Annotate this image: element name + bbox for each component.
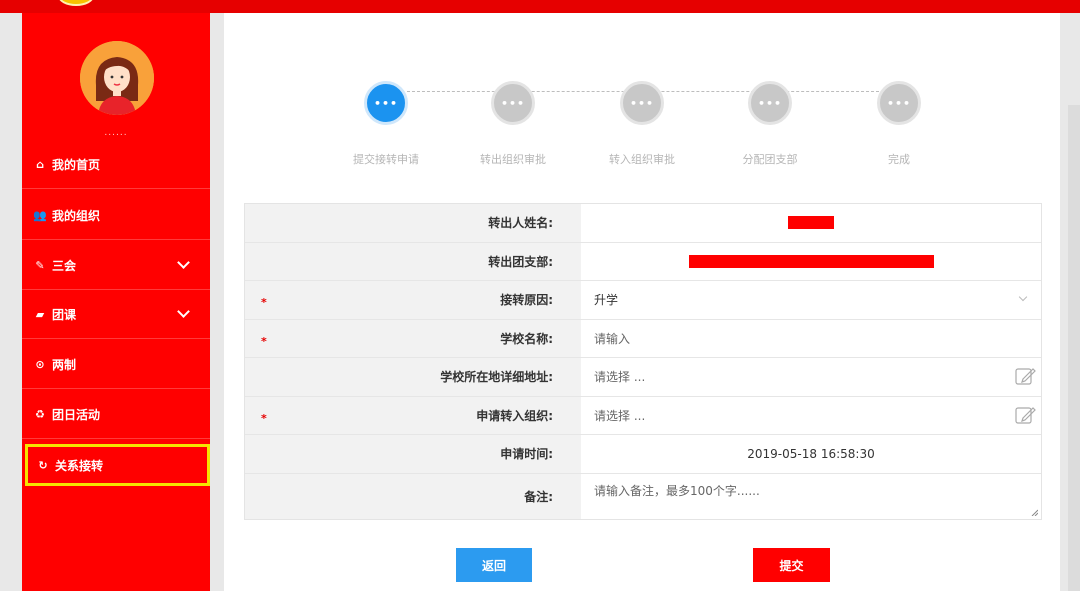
more-dots-icon: ••• [629, 96, 655, 110]
redacted-block [788, 216, 834, 230]
org-placeholder: 请选择 ... [594, 408, 646, 423]
home-icon: ⌂ [36, 157, 44, 171]
sidebar-item-home[interactable]: ⌂ 我的首页 [22, 140, 210, 189]
form-row-org: * 申请转入组织: 请选择 ... [245, 396, 1041, 435]
step-2-label: 转出组织审批 [480, 153, 546, 166]
out-name-value [581, 204, 1041, 242]
form-row-school: * 学校名称: 请输入 [245, 319, 1041, 358]
out-name-label: 转出人姓名: [488, 216, 553, 231]
reason-label: 接转原因: [500, 293, 553, 308]
out-branch-value [581, 243, 1041, 281]
logo-icon [58, 0, 94, 6]
recycle-icon: ♻ [35, 407, 45, 421]
resize-handle-icon[interactable] [1031, 509, 1038, 516]
more-dots-icon: ••• [757, 96, 783, 110]
address-placeholder: 请选择 ... [594, 370, 646, 385]
sidebar-item-relation-transfer[interactable]: ↻ 关系接转 [25, 444, 210, 486]
chevron-down-icon [177, 256, 190, 269]
school-label: 学校名称: [500, 331, 553, 346]
chevron-down-icon [177, 305, 190, 318]
scrollbar[interactable] [1068, 105, 1080, 591]
users-icon: 👥 [33, 208, 47, 222]
sidebar-item-label: 团日活动 [52, 407, 101, 422]
edit-square-icon: ✎ [35, 258, 45, 272]
sidebar-item-three-meetings[interactable]: ✎ 三会 [22, 241, 210, 290]
remark-placeholder: 请输入备注，最多100个字...... [594, 483, 760, 498]
form-row-out-branch: 转出团支部: [245, 242, 1041, 281]
back-button[interactable]: 返回 [456, 548, 532, 582]
school-placeholder: 请输入 [594, 331, 631, 346]
address-label: 学校所在地详细地址: [440, 370, 553, 385]
sidebar-item-two-systems[interactable]: ⊙ 两制 [22, 340, 210, 389]
redacted-block [688, 254, 934, 268]
chevron-down-icon [1018, 292, 1028, 302]
step-2-indicator: ••• [491, 81, 535, 125]
form-row-remark: 备注: 请输入备注，最多100个字...... [245, 473, 1041, 519]
step-5-label: 完成 [888, 153, 910, 166]
step-1-label: 提交接转申请 [353, 153, 419, 166]
avatar[interactable] [80, 41, 154, 115]
sidebar-item-label: 三会 [52, 258, 77, 273]
remark-textarea[interactable]: 请输入备注，最多100个字...... [581, 474, 1041, 519]
step-3-label: 转入组织审批 [609, 153, 675, 166]
form-row-time: 申请时间: 2019-05-18 16:58:30 [245, 435, 1041, 474]
school-name-input[interactable]: 请输入 [581, 320, 1041, 358]
form-row-address: 学校所在地详细地址: 请选择 ... [245, 358, 1041, 397]
address-picker[interactable]: 请选择 ... [581, 358, 1041, 396]
step-4-label: 分配团支部 [742, 153, 798, 166]
step-5-indicator: ••• [877, 81, 921, 125]
step-1-indicator: ••• [364, 81, 408, 125]
sidebar-item-label: 两制 [52, 357, 77, 372]
sidebar-item-my-organization[interactable]: 👥 我的组织 [22, 191, 210, 240]
out-branch-label: 转出团支部: [488, 254, 553, 269]
user-name: ...... [104, 128, 128, 138]
reason-select[interactable]: 升学 [581, 281, 1041, 319]
required-mark: * [261, 411, 267, 425]
more-dots-icon: ••• [373, 96, 399, 110]
folder-open-icon: ▰ [35, 307, 45, 321]
sidebar: ...... ⌂ 我的首页 👥 我的组织 ✎ 三会 ▰ 团课 ⊙ 两制 ♻ 团日… [22, 13, 210, 591]
required-mark: * [261, 296, 267, 309]
remark-label: 备注: [524, 489, 553, 504]
more-dots-icon: ••• [886, 96, 912, 110]
top-header-bar [0, 0, 1080, 13]
time-value: 2019-05-18 16:58:30 [747, 446, 875, 461]
edit-icon[interactable] [1015, 366, 1037, 386]
user-avatar-icon [80, 41, 154, 115]
edit-icon[interactable] [1015, 405, 1037, 425]
more-dots-icon: ••• [500, 96, 526, 110]
step-4-indicator: ••• [748, 81, 792, 125]
refresh-icon: ↻ [38, 458, 48, 472]
sidebar-item-label: 团课 [52, 307, 77, 322]
org-label: 申请转入组织: [476, 408, 553, 423]
circle-dot-icon: ⊙ [35, 357, 45, 371]
submit-button[interactable]: 提交 [753, 548, 830, 582]
time-label: 申请时间: [500, 447, 553, 462]
reason-selected-value: 升学 [594, 293, 619, 308]
org-picker[interactable]: 请选择 ... [581, 397, 1041, 435]
step-3-indicator: ••• [620, 81, 664, 125]
sidebar-item-league-day-activity[interactable]: ♻ 团日活动 [22, 390, 210, 439]
form-row-reason: * 接转原因: 升学 [245, 281, 1041, 320]
form-row-out-name: 转出人姓名: [245, 204, 1041, 243]
required-mark: * [261, 334, 267, 348]
transfer-form: 转出人姓名: 转出团支部: * 接转原因: 升学 * 学校名称: 请输入 学校所在地… [244, 203, 1042, 520]
sidebar-item-league-class[interactable]: ▰ 团课 [22, 290, 210, 339]
sidebar-item-label: 关系接转 [55, 458, 104, 473]
sidebar-item-label: 我的首页 [52, 157, 101, 172]
sidebar-item-label: 我的组织 [52, 208, 101, 223]
